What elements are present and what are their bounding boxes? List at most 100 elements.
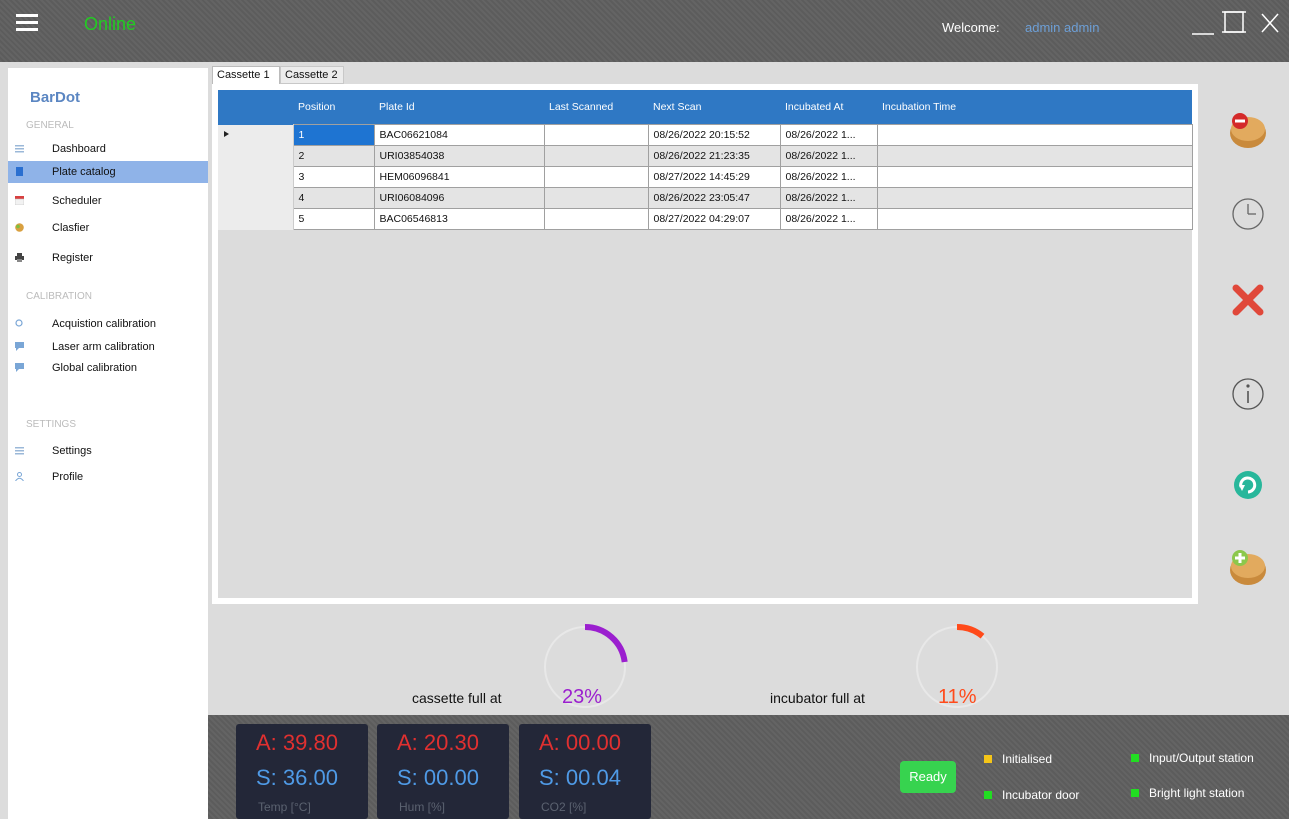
sidebar-item-acquisition-calibration[interactable]: Acquistion calibration — [8, 313, 208, 335]
table-cell[interactable]: 2 — [292, 145, 375, 167]
row-selector[interactable] — [218, 208, 294, 230]
sidebar-item-scheduler[interactable]: Scheduler — [8, 190, 208, 212]
sidebar-item-global-calibration[interactable]: Global calibration — [8, 357, 208, 379]
table-cell[interactable]: 08/27/2022 04:29:07 — [647, 208, 781, 230]
table-cell[interactable]: URI03854038 — [373, 145, 545, 167]
sidebar-item-laser-arm-calibration[interactable]: Laser arm calibration — [8, 336, 208, 358]
table-cell[interactable] — [543, 187, 649, 209]
table-header-row: Position Plate Id Last Scanned Next Scan… — [218, 90, 1192, 125]
status-light — [984, 791, 992, 799]
row-selector[interactable] — [218, 166, 294, 188]
indicator-label: Bright light station — [1149, 786, 1245, 800]
table-row[interactable]: 2 URI03854038 08/26/2022 21:23:35 08/26/… — [218, 145, 1193, 167]
table-cell[interactable]: 08/26/2022 21:23:35 — [647, 145, 781, 167]
table-cell[interactable]: 1 — [292, 124, 375, 146]
table-row[interactable]: 5 BAC06546813 08/27/2022 04:29:07 08/26/… — [218, 208, 1193, 230]
sidebar-item-settings[interactable]: Settings — [8, 440, 208, 462]
column-header[interactable]: Next Scan — [648, 90, 780, 125]
add-plate-button[interactable] — [1226, 545, 1270, 589]
unit-label: Temp [°C] — [258, 800, 311, 814]
table-cell[interactable]: 4 — [292, 187, 375, 209]
table-cell[interactable]: 08/26/2022 1... — [779, 145, 878, 167]
table-cell[interactable] — [543, 145, 649, 167]
status-bar — [208, 715, 1289, 819]
table-cell[interactable]: 08/27/2022 14:45:29 — [647, 166, 781, 188]
delete-button[interactable] — [1230, 282, 1266, 318]
refresh-button[interactable] — [1229, 466, 1267, 504]
clock-icon[interactable] — [1228, 194, 1268, 234]
maximize-icon[interactable] — [1222, 8, 1248, 38]
table-cell[interactable]: 08/26/2022 23:05:47 — [647, 187, 781, 209]
tab-cassette-1[interactable]: Cassette 1 — [212, 66, 280, 84]
table-cell[interactable] — [876, 208, 1193, 230]
menu-icon[interactable] — [16, 14, 38, 32]
column-header[interactable]: Plate Id — [374, 90, 544, 125]
table-row[interactable]: 4 URI06084096 08/26/2022 23:05:47 08/26/… — [218, 187, 1193, 209]
sidebar-item-clasfier[interactable]: Clasfier — [8, 217, 208, 239]
table-cell[interactable] — [543, 124, 649, 146]
humidity-readout: A: 20.30 S: 00.00 Hum [%] — [377, 724, 509, 819]
sidebar-item-label: Global calibration — [52, 362, 137, 374]
ready-button[interactable]: Ready — [900, 761, 956, 793]
search-icon — [15, 319, 23, 327]
column-header[interactable]: Last Scanned — [544, 90, 648, 125]
table-cell[interactable]: BAC06621084 — [373, 124, 545, 146]
table-row[interactable]: 3 HEM06096841 08/27/2022 14:45:29 08/26/… — [218, 166, 1193, 188]
app-brand: BarDot — [30, 89, 81, 106]
cassette-gauge-value: 23% — [562, 686, 603, 708]
table-cell[interactable]: 08/26/2022 1... — [779, 187, 878, 209]
minimize-icon[interactable] — [1190, 8, 1216, 38]
printer-icon — [15, 253, 24, 262]
column-header[interactable]: Incubation Time — [877, 90, 1192, 125]
status-light — [984, 755, 992, 763]
table-cell[interactable]: 08/26/2022 1... — [779, 166, 878, 188]
table-cell[interactable]: 08/26/2022 20:15:52 — [647, 124, 781, 146]
setpoint-value: S: 00.04 — [539, 765, 621, 790]
table-cell[interactable] — [876, 124, 1193, 146]
section-settings: SETTINGS — [26, 419, 77, 430]
close-icon[interactable] — [1258, 8, 1284, 38]
sidebar-item-profile[interactable]: Profile — [8, 466, 208, 488]
column-header[interactable]: Position — [293, 90, 374, 125]
table-cell[interactable] — [876, 166, 1193, 188]
row-selector[interactable] — [218, 145, 294, 167]
co2-readout: A: 00.00 S: 00.04 CO2 [%] — [519, 724, 651, 819]
sidebar-item-label: Dashboard — [52, 143, 106, 155]
table-cell[interactable] — [543, 208, 649, 230]
petri-dish-icon — [15, 223, 24, 232]
row-selector[interactable] — [218, 187, 294, 209]
column-header[interactable]: Incubated At — [780, 90, 877, 125]
table-cell[interactable]: 08/26/2022 1... — [779, 208, 878, 230]
calendar-icon — [15, 196, 24, 205]
table-cell[interactable]: BAC06546813 — [373, 208, 545, 230]
table-cell[interactable] — [876, 187, 1193, 209]
cassette-gauge-label: cassette full at — [412, 690, 502, 706]
plate-table: Position Plate Id Last Scanned Next Scan… — [218, 90, 1193, 230]
setpoint-value: S: 36.00 — [256, 765, 338, 790]
tab-cassette-2[interactable]: Cassette 2 — [280, 66, 344, 84]
table-cell[interactable]: 5 — [292, 208, 375, 230]
section-general: GENERAL — [26, 120, 74, 131]
sidebar-item-plate-catalog[interactable]: Plate catalog — [8, 161, 208, 183]
sidebar-item-label: Plate catalog — [52, 166, 116, 178]
sidebar-item-label: Profile — [52, 471, 84, 483]
user-name[interactable]: admin admin — [1025, 20, 1099, 35]
table-cell[interactable]: HEM06096841 — [373, 166, 545, 188]
sidebar-item-register[interactable]: Register — [8, 247, 208, 269]
actual-value: A: 20.30 — [397, 730, 479, 755]
table-cell[interactable] — [543, 166, 649, 188]
sidebar-item-label: Register — [52, 252, 93, 264]
incubator-gauge-arc — [956, 624, 985, 639]
section-calibration: CALIBRATION — [26, 291, 92, 302]
remove-plate-button[interactable] — [1226, 108, 1270, 152]
table-cell[interactable]: 3 — [292, 166, 375, 188]
table-row[interactable]: 1 BAC06621084 08/26/2022 20:15:52 08/26/… — [218, 124, 1193, 146]
actual-value: A: 39.80 — [256, 730, 338, 755]
row-selector[interactable] — [218, 124, 294, 146]
table-cell[interactable] — [876, 145, 1193, 167]
info-icon[interactable] — [1228, 374, 1268, 414]
table-cell[interactable]: 08/26/2022 1... — [779, 124, 878, 146]
table-cell[interactable]: URI06084096 — [373, 187, 545, 209]
sidebar-item-dashboard[interactable]: Dashboard — [8, 138, 208, 160]
temperature-readout: A: 39.80 S: 36.00 Temp [°C] — [236, 724, 368, 819]
